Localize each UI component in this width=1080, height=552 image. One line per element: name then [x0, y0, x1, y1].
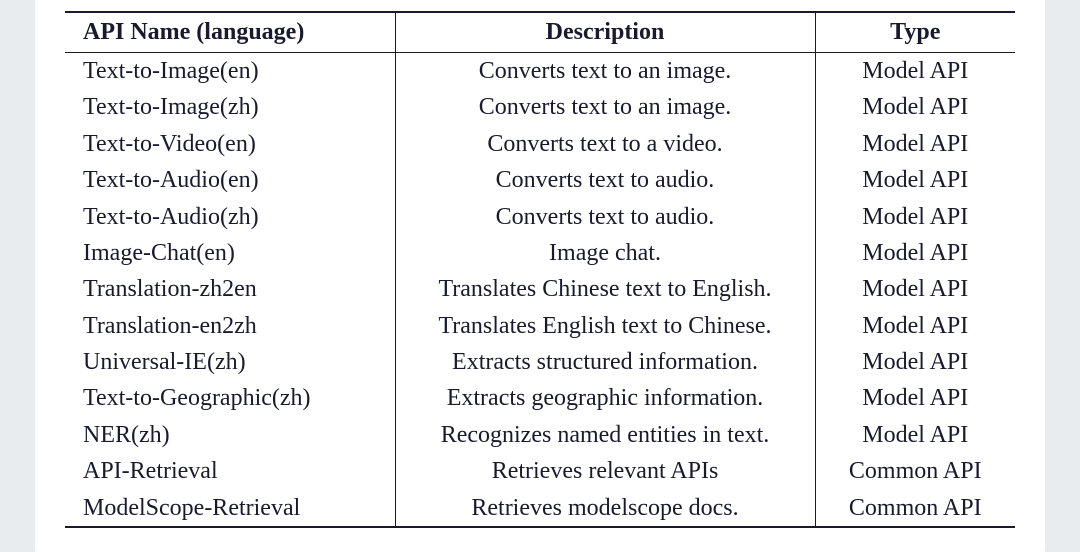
cell-description: Converts text to audio. [395, 199, 815, 235]
cell-description: Retrieves relevant APIs [395, 453, 815, 489]
cell-type: Common API [815, 453, 1015, 489]
cell-description: Converts text to a video. [395, 126, 815, 162]
table-row: Universal-IE(zh)Extracts structured info… [65, 344, 1015, 380]
api-table: API Name (language) Description Type Tex… [65, 11, 1015, 528]
table-row: Image-Chat(en)Image chat.Model API [65, 235, 1015, 271]
cell-description: Translates Chinese text to English. [395, 271, 815, 307]
cell-description: Translates English text to Chinese. [395, 308, 815, 344]
cell-description: Extracts structured information. [395, 344, 815, 380]
cell-api-name: Text-to-Audio(en) [65, 162, 395, 198]
table-row: Text-to-Audio(en)Converts text to audio.… [65, 162, 1015, 198]
cell-api-name: Translation-en2zh [65, 308, 395, 344]
table-row: Text-to-Image(zh)Converts text to an ima… [65, 89, 1015, 125]
cell-description: Extracts geographic information. [395, 380, 815, 416]
cell-description: Converts text to audio. [395, 162, 815, 198]
cell-api-name: Text-to-Image(zh) [65, 89, 395, 125]
table-row: Text-to-Video(en)Converts text to a vide… [65, 126, 1015, 162]
cell-type: Model API [815, 271, 1015, 307]
cell-api-name: Universal-IE(zh) [65, 344, 395, 380]
header-description: Description [395, 12, 815, 53]
cell-description: Converts text to an image. [395, 52, 815, 89]
cell-api-name: API-Retrieval [65, 453, 395, 489]
cell-type: Model API [815, 380, 1015, 416]
cell-type: Model API [815, 126, 1015, 162]
cell-api-name: Image-Chat(en) [65, 235, 395, 271]
cell-description: Retrieves modelscope docs. [395, 490, 815, 527]
cell-type: Model API [815, 199, 1015, 235]
cell-type: Model API [815, 89, 1015, 125]
table-row: Text-to-Image(en)Converts text to an ima… [65, 52, 1015, 89]
cell-api-name: Text-to-Audio(zh) [65, 199, 395, 235]
cell-api-name: NER(zh) [65, 417, 395, 453]
cell-type: Model API [815, 417, 1015, 453]
cell-api-name: ModelScope-Retrieval [65, 490, 395, 527]
cell-description: Converts text to an image. [395, 89, 815, 125]
cell-api-name: Text-to-Video(en) [65, 126, 395, 162]
cell-type: Model API [815, 308, 1015, 344]
cell-description: Recognizes named entities in text. [395, 417, 815, 453]
cell-type: Model API [815, 235, 1015, 271]
cell-type: Model API [815, 344, 1015, 380]
cell-type: Model API [815, 52, 1015, 89]
table-body: Text-to-Image(en)Converts text to an ima… [65, 52, 1015, 527]
api-table-container: API Name (language) Description Type Tex… [35, 0, 1045, 552]
table-row: NER(zh)Recognizes named entities in text… [65, 417, 1015, 453]
cell-type: Model API [815, 162, 1015, 198]
cell-description: Image chat. [395, 235, 815, 271]
table-row: Translation-en2zhTranslates English text… [65, 308, 1015, 344]
table-row: Text-to-Audio(zh)Converts text to audio.… [65, 199, 1015, 235]
cell-type: Common API [815, 490, 1015, 527]
header-type: Type [815, 12, 1015, 53]
table-row: API-RetrievalRetrieves relevant APIsComm… [65, 453, 1015, 489]
cell-api-name: Translation-zh2en [65, 271, 395, 307]
cell-api-name: Text-to-Geographic(zh) [65, 380, 395, 416]
cell-api-name: Text-to-Image(en) [65, 52, 395, 89]
table-row: Translation-zh2enTranslates Chinese text… [65, 271, 1015, 307]
table-row: Text-to-Geographic(zh)Extracts geographi… [65, 380, 1015, 416]
header-api-name: API Name (language) [65, 12, 395, 53]
table-row: ModelScope-RetrievalRetrieves modelscope… [65, 490, 1015, 527]
table-header-row: API Name (language) Description Type [65, 12, 1015, 53]
